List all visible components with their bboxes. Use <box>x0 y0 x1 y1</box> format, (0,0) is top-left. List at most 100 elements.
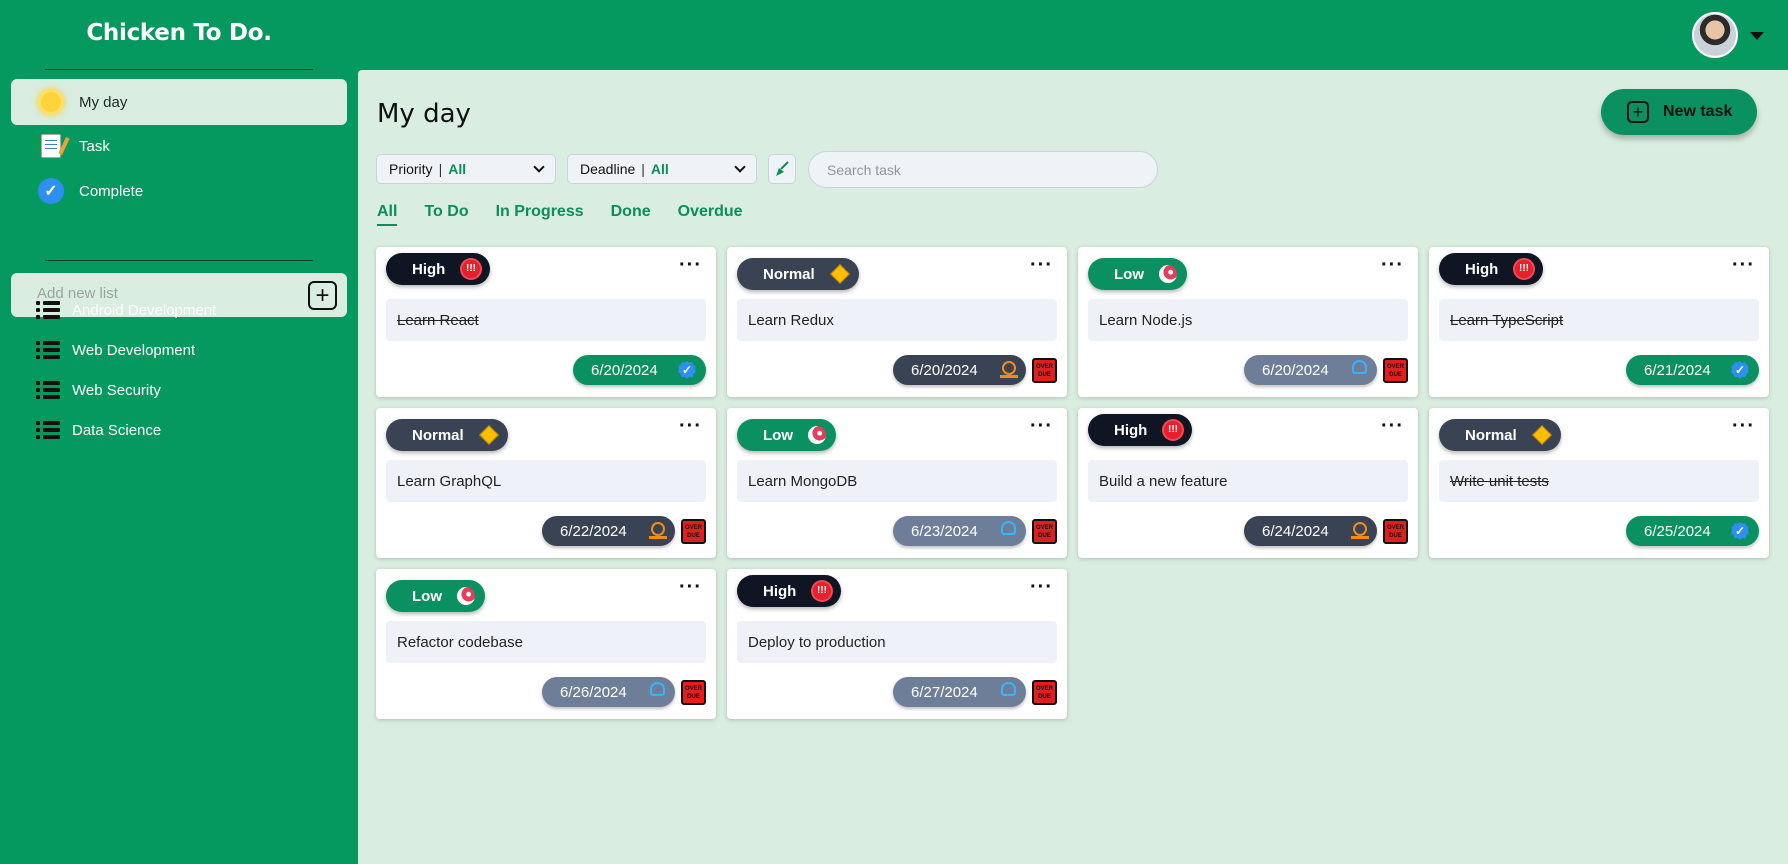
due-date: 6/24/2024 <box>1262 522 1329 540</box>
task-title[interactable]: Learn Node.js <box>1088 299 1408 341</box>
warning-diamond-icon <box>1532 425 1552 445</box>
more-options-icon[interactable]: ··· <box>679 255 702 275</box>
task-card[interactable]: Normal ··· Learn GraphQL 6/22/2024 OVER DUE <box>376 408 716 558</box>
more-options-icon[interactable]: ··· <box>1030 416 1053 436</box>
overdue-icon: OVER DUE <box>1032 680 1057 705</box>
more-options-icon[interactable]: ··· <box>1030 255 1053 275</box>
task-card[interactable]: Low ··· Learn MongoDB 6/23/2024 OVER DUE <box>727 408 1067 558</box>
list-label: Android Development <box>72 301 217 319</box>
tab-in-progress[interactable]: In Progress <box>496 203 584 226</box>
task-card[interactable]: Low ··· Refactor codebase 6/26/2024 OVER DUE <box>376 569 716 719</box>
due-date: 6/22/2024 <box>560 522 627 540</box>
snail-icon <box>457 587 475 605</box>
sidebar: My day Task ✓ Complete + Android Develop… <box>0 70 358 864</box>
task-title[interactable]: Learn Redux <box>737 299 1057 341</box>
page-title: My day <box>377 99 471 129</box>
chevron-down-icon <box>734 161 746 173</box>
more-options-icon[interactable]: ··· <box>1732 416 1755 436</box>
task-title[interactable]: Refactor codebase <box>386 621 706 663</box>
caret-down-icon[interactable] <box>1750 32 1764 40</box>
task-title[interactable]: Learn MongoDB <box>737 460 1057 502</box>
more-options-icon[interactable]: ··· <box>679 416 702 436</box>
task-card[interactable]: Low ··· Learn Node.js 6/20/2024 OVER DUE <box>1078 247 1418 397</box>
top-bar: Chicken To Do. <box>0 0 1788 70</box>
tab-overdue[interactable]: Overdue <box>678 203 743 226</box>
overdue-icon: OVER DUE <box>1383 519 1408 544</box>
priority-filter-label: Priority <box>389 161 433 177</box>
sidebar-item-label: Complete <box>79 182 144 200</box>
task-card[interactable]: High!!! ··· Learn TypeScript 6/21/2024 ✓ <box>1429 247 1769 397</box>
sidebar-list-web-security[interactable]: Web Security <box>36 378 161 402</box>
task-card[interactable]: High!!! ··· Deploy to production 6/27/2024 O… <box>727 569 1067 719</box>
due-date-badge: 6/24/2024 <box>1244 516 1377 546</box>
sidebar-list-android-development[interactable]: Android Development <box>36 298 216 322</box>
list-icon <box>36 301 60 319</box>
priority-filter-value: All <box>448 161 467 177</box>
due-date-badge: 6/20/2024 ✓ <box>573 355 706 385</box>
task-card[interactable]: High!!! ··· Build a new feature 6/24/2024 OV… <box>1078 408 1418 558</box>
priority-label: Normal <box>763 265 815 283</box>
divider <box>45 260 313 261</box>
todo-alarm-icon <box>1352 360 1367 374</box>
deadline-filter-label: Deadline <box>580 161 636 177</box>
overdue-icon: OVER DUE <box>1383 358 1408 383</box>
priority-label: Normal <box>1465 426 1517 444</box>
priority-filter[interactable]: Priority | All <box>376 154 556 184</box>
add-list-button[interactable]: + <box>308 281 337 310</box>
deadline-filter-value: All <box>650 161 669 177</box>
search-input[interactable] <box>827 162 1127 178</box>
chevron-down-icon <box>533 161 545 173</box>
alert-icon: !!! <box>462 260 480 278</box>
plus-square-icon: + <box>1627 101 1649 123</box>
new-task-button[interactable]: + New task <box>1601 89 1757 135</box>
priority-label: Normal <box>412 426 464 444</box>
verified-check-icon: ✓ <box>1731 361 1749 379</box>
todo-alarm-icon <box>1001 521 1016 535</box>
warning-diamond-icon <box>830 264 850 284</box>
task-title[interactable]: Write unit tests <box>1439 460 1759 502</box>
priority-badge: High!!! <box>737 575 841 607</box>
tab-done[interactable]: Done <box>611 203 651 226</box>
in-progress-icon <box>649 522 667 539</box>
due-date-badge: 6/21/2024 ✓ <box>1626 355 1759 385</box>
sidebar-item-complete[interactable]: ✓ Complete <box>11 168 347 214</box>
task-title[interactable]: Build a new feature <box>1088 460 1408 502</box>
task-title[interactable]: Learn TypeScript <box>1439 299 1759 341</box>
task-card[interactable]: Normal ··· Learn Redux 6/20/2024 OVER DUE <box>727 247 1067 397</box>
priority-badge: Normal <box>386 419 508 451</box>
sidebar-item-my-day[interactable]: My day <box>11 79 347 125</box>
tab-to-do[interactable]: To Do <box>424 203 468 226</box>
more-options-icon[interactable]: ··· <box>1381 416 1404 436</box>
priority-label: Low <box>412 587 442 605</box>
due-date-badge: 6/25/2024 ✓ <box>1626 516 1759 546</box>
deadline-filter[interactable]: Deadline | All <box>567 154 757 184</box>
due-date: 6/27/2024 <box>911 683 978 701</box>
verified-check-icon: ✓ <box>678 361 696 379</box>
sidebar-list-data-science[interactable]: Data Science <box>36 418 161 442</box>
sidebar-item-label: My day <box>79 93 128 111</box>
main-content: My day + New task Priority | All Deadlin… <box>358 70 1788 864</box>
search-box <box>808 151 1158 188</box>
clear-filters-button[interactable] <box>768 154 796 184</box>
more-options-icon[interactable]: ··· <box>679 577 702 597</box>
tab-all[interactable]: All <box>377 203 398 226</box>
more-options-icon[interactable]: ··· <box>1030 577 1053 597</box>
task-card[interactable]: High!!! ··· Learn React 6/20/2024 ✓ <box>376 247 716 397</box>
list-label: Web Security <box>72 381 161 399</box>
more-options-icon[interactable]: ··· <box>1732 255 1755 275</box>
user-avatar[interactable] <box>1692 12 1738 58</box>
priority-label: High <box>763 582 797 600</box>
task-title[interactable]: Deploy to production <box>737 621 1057 663</box>
task-title[interactable]: Learn GraphQL <box>386 460 706 502</box>
todo-alarm-icon <box>650 682 665 696</box>
due-date: 6/21/2024 <box>1644 361 1711 379</box>
priority-badge: Low <box>737 419 836 451</box>
alert-icon: !!! <box>1515 260 1533 278</box>
sidebar-item-task[interactable]: Task <box>11 123 347 169</box>
sidebar-list-web-development[interactable]: Web Development <box>36 338 195 362</box>
task-card[interactable]: Normal ··· Write unit tests 6/25/2024 ✓ <box>1429 408 1769 558</box>
more-options-icon[interactable]: ··· <box>1381 255 1404 275</box>
due-date: 6/20/2024 <box>1262 361 1329 379</box>
task-title[interactable]: Learn React <box>386 299 706 341</box>
status-tabs: All To Do In Progress Done Overdue <box>377 203 770 226</box>
